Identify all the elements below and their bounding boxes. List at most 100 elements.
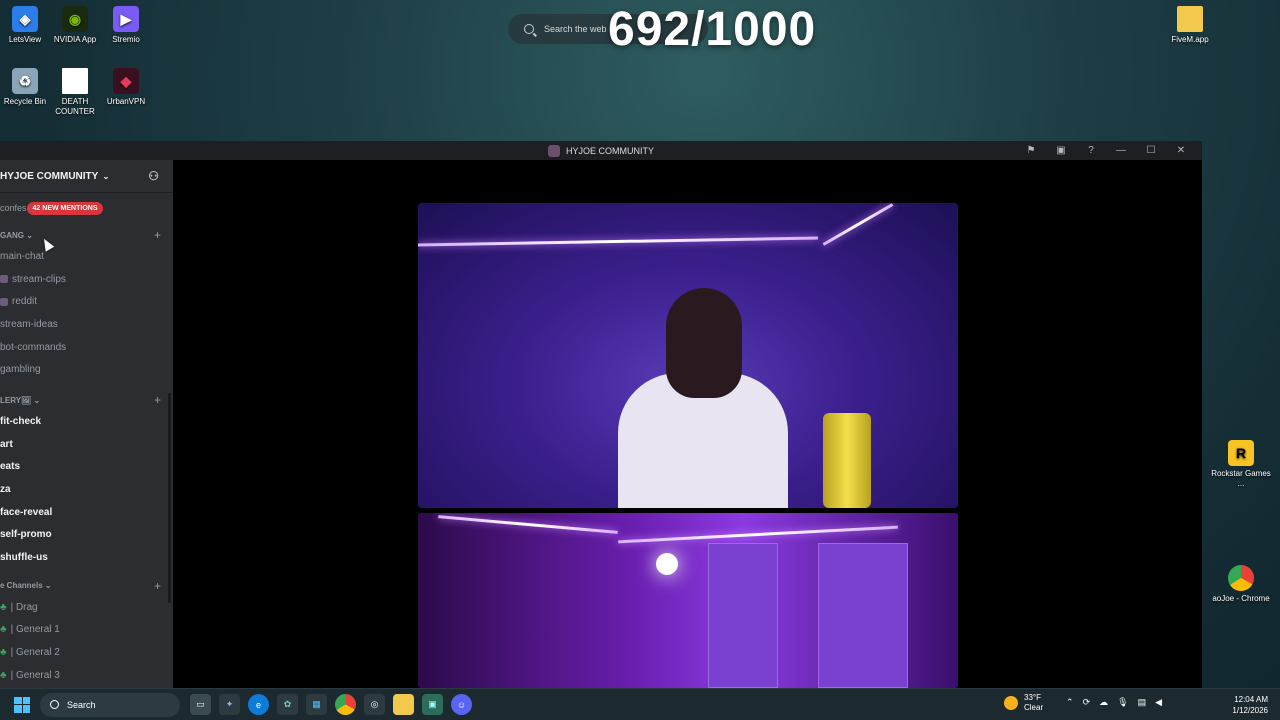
desktop-icon-rockstar[interactable]: R Rockstar Games ... [1209,440,1273,489]
chevron-up-icon[interactable]: ⌃ [1066,697,1074,708]
store-icon[interactable]: ▦ [306,694,327,715]
category-voice-channels[interactable]: e Channels ⌄ + [0,576,173,596]
search-icon [50,700,59,709]
channel-art[interactable]: art [0,433,173,456]
voice-channel-general-1[interactable]: ♣ | General 1 [0,619,173,642]
stremio-icon: ▶ [113,6,139,32]
channel-name: za [0,484,11,496]
help-icon[interactable]: ? [1076,141,1106,160]
video-stage [173,160,1202,688]
channel-face-reveal[interactable]: face-reveal [0,501,173,524]
server-icon [547,144,560,157]
volume-icon[interactable]: ◀ [1155,697,1162,708]
person-head [666,288,742,398]
channel-bot-commands[interactable]: bot-commands [0,336,173,359]
channel-tag-icon [0,297,8,306]
server-header[interactable]: HYJOE COMMUNITY ⌄ ⚇ [0,160,173,193]
steam-icon[interactable]: ◎ [364,694,385,715]
channel-name: shuffle-us [0,552,48,564]
channel-name: face-reveal [0,506,53,518]
file-explorer-icon[interactable] [393,694,414,715]
sidebar-scrollbar[interactable] [168,393,171,603]
chevron-down-icon: ⌄ [100,171,110,181]
add-channel-icon[interactable]: + [154,228,161,242]
network-icon[interactable]: ▤ [1138,697,1147,708]
weather-desc: Clear [1024,703,1044,712]
clover-icon: ♣ [0,647,7,659]
maximize-button[interactable]: ☐ [1136,141,1166,160]
channel-stream-ideas[interactable]: stream-ideas [0,313,173,336]
chevron-down-icon: ⌄ [33,395,41,405]
channel-name: stream-ideas [0,318,58,330]
room-door [708,543,778,688]
led-strip [822,203,894,246]
copilot-icon[interactable]: ✦ [219,694,240,715]
desktop-icon-label: aoJoe - Chrome [1212,594,1270,603]
add-channel-icon[interactable]: + [154,579,161,593]
voice-channel-drag[interactable]: ♣ | Drag [0,596,173,619]
channel-stream-clips[interactable]: stream-clips [0,268,173,291]
windows-start-button[interactable] [14,696,30,713]
chrome-icon[interactable] [335,694,356,715]
recycle-bin-icon: ♻ [12,68,38,94]
invite-people-icon[interactable]: ⚇ [148,169,159,183]
channel-fit-check[interactable]: fit-check [0,410,173,433]
task-view-icon[interactable]: ▭ [190,694,211,715]
desktop-icon-fivem[interactable]: FiveM.app [1158,6,1222,45]
channel-name: stream-clips [12,273,66,285]
add-channel-icon[interactable]: + [154,393,161,407]
led-strip [618,525,898,544]
voice-channel-general-3[interactable]: ♣ | General 3 [0,664,173,687]
chrome-icon [1228,565,1254,591]
channel-name: self-promo [0,529,52,541]
obs-icon[interactable]: ▣ [422,694,443,715]
letsview-icon: ◈ [12,6,38,32]
clover-icon: ♣ [0,624,7,636]
channel-eats[interactable]: eats [0,456,173,479]
weather-temp: 33°F [1024,693,1041,702]
edge-icon[interactable]: e [248,694,269,715]
new-mentions-badge[interactable]: 42 NEW MENTIONS [26,201,104,215]
desktop-icon-label: LetsView [8,35,42,44]
minimize-button[interactable]: — [1106,141,1136,160]
video-tile-2[interactable] [418,513,958,688]
desktop-icon-label: Rockstar Games ... [1211,469,1271,488]
desktop-icon-label: NVIDIA App [53,35,97,44]
widget-icon[interactable]: ✿ [277,694,298,715]
clock[interactable]: 12:04 AM 1/12/2026 [1232,694,1268,716]
search-icon [524,24,534,34]
desktop-icon-label: Stremio [112,35,140,44]
clover-icon: ♣ [0,669,7,681]
category-gallery[interactable]: LERY🖼 ⌄ + [0,390,173,410]
channel-gambling[interactable]: gambling [0,358,173,381]
channel-name: | General 2 [10,647,60,659]
ceiling-lamp [656,553,678,575]
mentions-row[interactable]: confes 42 NEW MENTIONS [0,197,173,219]
channel-sidebar: HYJOE COMMUNITY ⌄ ⚇ confes 42 NEW MENTIO… [0,160,173,688]
desktop-icon-chrome[interactable]: aoJoe - Chrome [1209,565,1273,604]
close-button[interactable]: ✕ [1166,141,1196,160]
video-tile-1[interactable] [418,203,958,508]
channel-za[interactable]: za [0,478,173,501]
sync-icon[interactable]: ⟳ [1083,697,1091,708]
taskbar: Search ▭ ✦ e ✿ ▦ ◎ ▣ ☺ 33°F Clear ⌃ ⟳ ☁ 🎙… [0,688,1280,720]
channel-main-chat[interactable]: main-chat [0,245,173,268]
discord-icon[interactable]: ☺ [451,694,472,715]
cloud-icon[interactable]: ☁ [1099,697,1108,708]
microphone-icon[interactable]: 🎙 [1117,697,1128,708]
taskbar-search[interactable]: Search [40,692,180,717]
weather-widget[interactable]: 33°F Clear [1004,693,1043,713]
channel-self-promo[interactable]: self-promo [0,524,173,547]
channel-name: eats [0,461,21,473]
voice-channel-general-2[interactable]: ♣ | General 2 [0,641,173,664]
desktop-icon-stremio[interactable]: ▶ Stremio [94,6,158,45]
server-name: HYJOE COMMUNITY [0,170,99,182]
flag-icon[interactable]: ⚑ [1016,141,1046,160]
rockstar-icon: R [1228,440,1254,466]
channel-shuffle-us[interactable]: shuffle-us [0,546,173,569]
channel-reddit[interactable]: reddit [0,290,173,313]
category-name: LERY🖼 [0,395,32,405]
desktop-icon-urbanvpn[interactable]: ◆ UrbanVPN [94,68,158,107]
inbox-icon[interactable]: ▣ [1046,141,1076,160]
category-gang[interactable]: GANG ⌄ + [0,225,173,245]
